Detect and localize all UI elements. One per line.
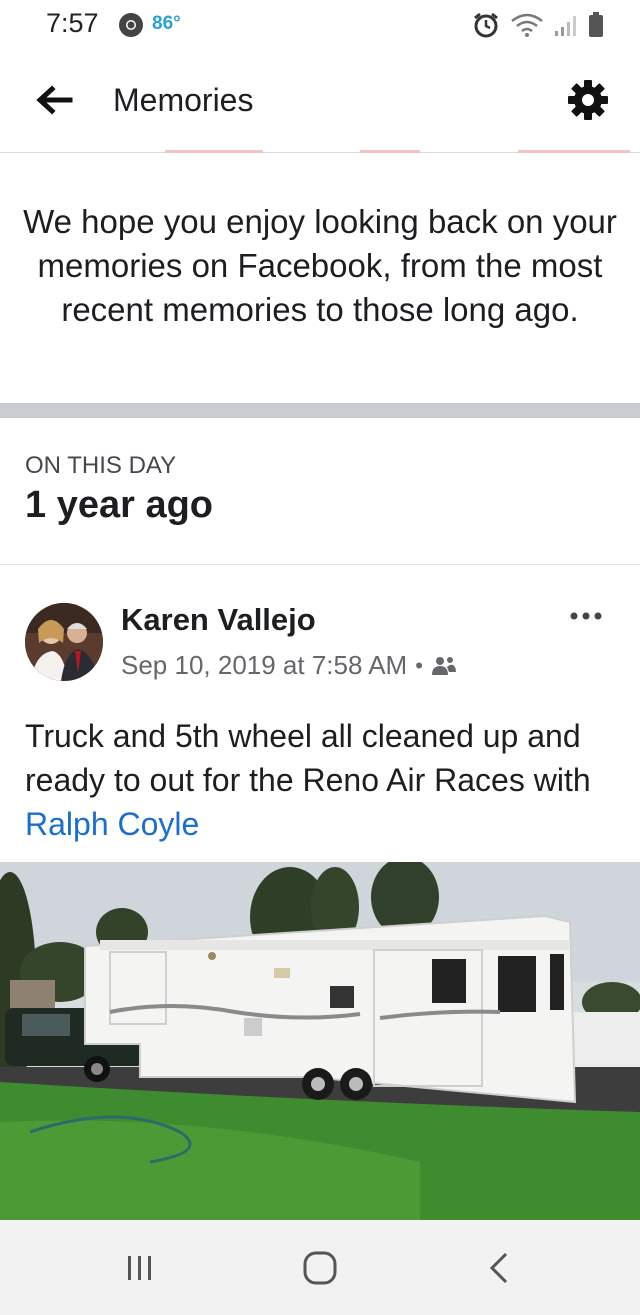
page-title: Memories (113, 82, 254, 118)
status-icons (472, 10, 604, 40)
on-this-day-title: 1 year ago (25, 484, 213, 526)
status-temperature: 86° (152, 13, 181, 34)
wifi-icon (511, 13, 543, 37)
app-bar: Memories (0, 48, 640, 153)
friends-icon[interactable] (431, 655, 457, 677)
post-body: Truck and 5th wheel all cleaned up and r… (25, 718, 591, 798)
intro-message: We hope you enjoy looking back on your m… (23, 203, 617, 328)
avatar-image (25, 603, 103, 681)
rv-trailer-photo (0, 862, 640, 1220)
back-icon[interactable] (470, 1246, 530, 1290)
more-options-icon[interactable] (568, 606, 604, 626)
post-meta: Sep 10, 2019 at 7:58 AM • (121, 650, 457, 681)
divider (0, 564, 640, 565)
recent-apps-icon[interactable] (110, 1246, 170, 1290)
gear-icon[interactable] (566, 78, 610, 122)
battery-icon (589, 12, 603, 37)
post-timestamp[interactable]: Sep 10, 2019 at 7:58 AM (121, 650, 407, 681)
tab-indicators (0, 150, 640, 153)
avatar[interactable] (25, 603, 103, 681)
post-author[interactable]: Karen Vallejo (121, 602, 316, 638)
alarm-icon (474, 12, 498, 38)
tagged-user-link[interactable]: Ralph Coyle (25, 806, 199, 842)
system-navigation-bar (0, 1220, 640, 1315)
on-this-day-label: ON THIS DAY (25, 452, 177, 479)
arrow-left-icon[interactable] (34, 84, 74, 116)
signal-icon (555, 16, 576, 36)
post-photo[interactable] (0, 862, 640, 1220)
chrome-icon (119, 13, 143, 37)
section-separator (0, 403, 640, 418)
meta-separator: • (415, 652, 423, 678)
home-icon[interactable] (290, 1246, 350, 1290)
post-text: Truck and 5th wheel all cleaned up and r… (25, 714, 615, 846)
status-bar: 7:57 86° (0, 0, 640, 48)
status-time: 7:57 (46, 8, 99, 38)
